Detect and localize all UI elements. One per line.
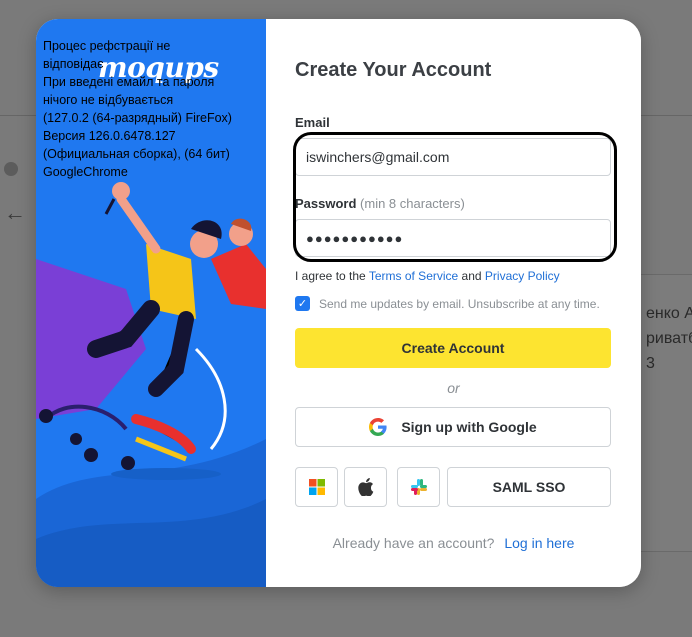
- password-hint: (min 8 characters): [360, 196, 465, 211]
- annotation-line: При введені емайл та пароля: [43, 75, 215, 89]
- microsoft-signup-button[interactable]: [295, 467, 338, 507]
- google-icon: [369, 418, 387, 436]
- agree-and: and: [461, 269, 482, 283]
- signup-form-panel: Create Your Account Email iswinchers@gma…: [266, 19, 641, 587]
- or-divider: or: [447, 380, 460, 396]
- updates-checkbox-label: Send me updates by email. Unsubscribe at…: [319, 296, 600, 311]
- background-dot: [4, 162, 18, 176]
- password-label: Password (min 8 characters): [295, 196, 465, 211]
- form-title: Create Your Account: [295, 59, 492, 81]
- checkmark-icon: ✓: [297, 298, 308, 310]
- log-in-link[interactable]: Log in here: [504, 535, 574, 551]
- updates-checkbox-row: ✓ Send me updates by email. Unsubscribe …: [295, 296, 600, 311]
- email-field[interactable]: iswinchers@gmail.com: [295, 138, 611, 176]
- annotation-line: (127.0.2 (64-разрядный) FireFox): [43, 111, 232, 125]
- annotation-line: GoogleChrome: [43, 165, 128, 179]
- annotation-note: Процес рефстрації не відповідає При введ…: [43, 37, 232, 181]
- annotation-line: нічого не вiдбувається: [43, 93, 174, 107]
- agree-prefix: I agree to the: [295, 269, 366, 283]
- apple-icon: [357, 478, 373, 496]
- password-label-text: Password: [295, 196, 357, 211]
- google-button-label: Sign up with Google: [401, 419, 537, 435]
- back-arrow-icon: ←: [4, 200, 26, 225]
- background-text-line: енко А: [646, 305, 692, 322]
- password-field[interactable]: ●●●●●●●●●●●: [295, 219, 611, 257]
- already-have-account-text: Already have an account?: [332, 535, 495, 551]
- updates-checkbox[interactable]: ✓: [295, 296, 310, 311]
- slack-signup-button[interactable]: [397, 467, 440, 507]
- apple-signup-button[interactable]: [344, 467, 387, 507]
- annotation-line: Версия 126.0.6478.127: [43, 129, 176, 143]
- create-account-button[interactable]: Create Account: [295, 328, 611, 368]
- terms-agreement: I agree to the Terms of Service and Priv…: [295, 269, 560, 283]
- slack-icon: [410, 479, 427, 495]
- email-label: Email: [295, 115, 330, 130]
- background-text-line: риватб: [646, 330, 692, 347]
- annotation-line: відповідає: [43, 57, 104, 71]
- terms-of-service-link[interactable]: Terms of Service: [369, 269, 458, 283]
- sign-up-with-google-button[interactable]: Sign up with Google: [295, 407, 611, 447]
- annotation-line: Процес рефстрації не: [43, 39, 171, 53]
- privacy-policy-link[interactable]: Privacy Policy: [485, 269, 560, 283]
- background-text-line: 3: [646, 355, 655, 372]
- annotation-line: (Официальная сборка), (64 бит): [43, 147, 230, 161]
- microsoft-icon: [308, 479, 325, 495]
- login-prompt: Already have an account? Log in here: [266, 535, 641, 551]
- saml-sso-button[interactable]: SAML SSO: [447, 467, 611, 507]
